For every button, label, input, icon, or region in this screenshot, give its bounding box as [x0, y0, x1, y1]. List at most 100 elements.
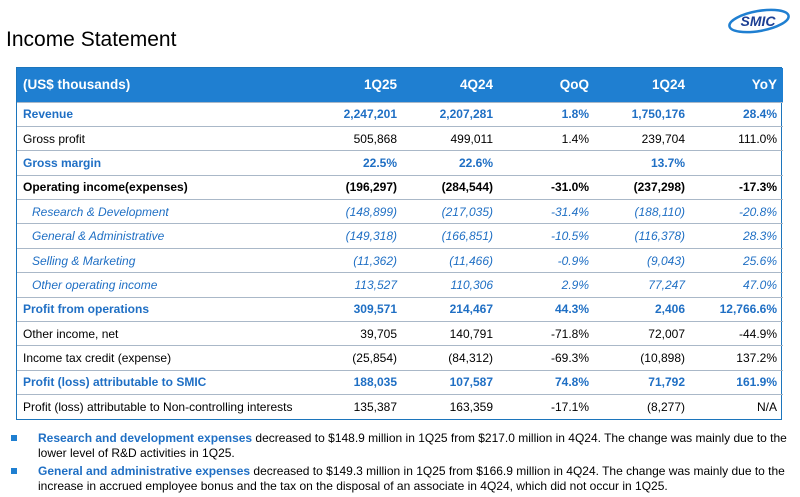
row-value: -20.8% — [691, 199, 783, 224]
page-title: Income Statement — [6, 28, 177, 51]
row-value: -31.0% — [499, 174, 595, 200]
row-label: Revenue — [17, 101, 307, 127]
row-label: Other operating income — [17, 272, 307, 298]
row-value: 111.0% — [691, 125, 783, 151]
row-value — [499, 150, 595, 176]
table-row: Gross margin 22.5% 22.6% 13.7% — [17, 150, 783, 176]
header-yoy: YoY — [691, 68, 783, 102]
row-value: 140,791 — [403, 321, 499, 346]
row-label: General & Administrative — [17, 223, 307, 249]
row-value: (116,378) — [595, 223, 691, 249]
row-value: 135,387 — [307, 394, 403, 420]
table-row: Gross profit 505,868 499,011 1.4% 239,704 111… — [17, 125, 783, 151]
row-value: 77,247 — [595, 272, 691, 298]
row-value: -10.5% — [499, 223, 595, 249]
row-value: (11,466) — [403, 247, 499, 273]
bullet-ga-expenses: General and administrative expenses decr… — [8, 464, 788, 493]
table-row: Research & Development (148,899) (217,035)… — [17, 199, 783, 224]
row-label: Selling & Marketing — [17, 247, 307, 273]
row-value: -69.3% — [499, 345, 595, 371]
row-value: 74.8% — [499, 369, 595, 395]
row-value: -31.4% — [499, 199, 595, 224]
row-value: -17.1% — [499, 394, 595, 420]
row-value: 2,207,281 — [403, 101, 499, 127]
row-value: 239,704 — [595, 125, 691, 151]
row-value: (10,898) — [595, 345, 691, 371]
row-value: 499,011 — [403, 125, 499, 151]
row-value: 1.8% — [499, 101, 595, 127]
row-label: Profit (loss) attributable to SMIC — [17, 369, 307, 395]
row-value: 28.4% — [691, 101, 783, 127]
row-value: 505,868 — [307, 125, 403, 151]
row-value: 39,705 — [307, 321, 403, 346]
row-value: 1,750,176 — [595, 101, 691, 127]
row-label: Gross profit — [17, 125, 307, 151]
table-row: General & Administrative (149,318) (166,85… — [17, 223, 783, 249]
income-statement-table: (US$ thousands) 1Q25 4Q24 QoQ 1Q24 YoY R… — [16, 67, 783, 421]
row-value: N/A — [691, 394, 783, 420]
table-row: Other income, net 39,705 140,791 -71.8% 72,0… — [17, 321, 783, 346]
table-row: Revenue 2,247,201 2,207,281 1.8% 1,750,176 28… — [17, 101, 783, 127]
row-value: -17.3% — [691, 174, 783, 200]
bullet-marker-icon — [11, 435, 17, 441]
row-value: -0.9% — [499, 247, 595, 273]
row-value: 22.6% — [403, 150, 499, 176]
table-row: Profit (loss) attributable to Non-contro… — [17, 394, 783, 420]
row-value: 28.3% — [691, 223, 783, 249]
row-value: -44.9% — [691, 321, 783, 346]
smic-logo: SMIC — [725, 2, 791, 42]
header-qoq: QoQ — [499, 68, 595, 102]
row-label: Other income, net — [17, 321, 307, 346]
logo-text: SMIC — [741, 13, 777, 29]
row-value: 113,527 — [307, 272, 403, 298]
row-value: (148,899) — [307, 199, 403, 224]
row-label: Profit (loss) attributable to Non-contro… — [17, 394, 307, 420]
bullet-rd-expenses: Research and development expenses decrea… — [8, 431, 788, 460]
row-value: 107,587 — [403, 369, 499, 395]
row-value: 188,035 — [307, 369, 403, 395]
table-row: Operating income(expenses) (196,297) (284,… — [17, 174, 783, 200]
row-label: Operating income(expenses) — [17, 174, 307, 200]
row-label: Research & Development — [17, 199, 307, 224]
header-label: (US$ thousands) — [17, 68, 307, 102]
row-value: 71,792 — [595, 369, 691, 395]
bullet-marker-icon — [11, 468, 17, 474]
row-value: 214,467 — [403, 296, 499, 322]
row-value: (284,544) — [403, 174, 499, 200]
row-value — [691, 150, 783, 176]
commentary-bullets: Research and development expenses decrea… — [8, 431, 788, 497]
smic-logo-graphic: SMIC — [728, 8, 790, 34]
row-value: 2.9% — [499, 272, 595, 298]
row-value: 25.6% — [691, 247, 783, 273]
row-value: (84,312) — [403, 345, 499, 371]
row-value: 44.3% — [499, 296, 595, 322]
row-value: 2,247,201 — [307, 101, 403, 127]
row-value: (149,318) — [307, 223, 403, 249]
row-value: (166,851) — [403, 223, 499, 249]
header-4q24: 4Q24 — [403, 68, 499, 102]
table-row: Selling & Marketing (11,362) (11,466) -0.9%… — [17, 247, 783, 273]
row-label: Profit from operations — [17, 296, 307, 322]
header-1q24: 1Q24 — [595, 68, 691, 102]
row-value: 163,359 — [403, 394, 499, 420]
row-value: (196,297) — [307, 174, 403, 200]
bullet-highlight: General and administrative expenses — [38, 464, 251, 478]
header-1q25: 1Q25 — [307, 68, 403, 102]
row-value: (9,043) — [595, 247, 691, 273]
bullet-highlight: Research and development expenses — [38, 431, 253, 445]
row-value: 309,571 — [307, 296, 403, 322]
table-header-row: (US$ thousands) 1Q25 4Q24 QoQ 1Q24 YoY — [17, 68, 783, 102]
row-value: 12,766.6% — [691, 296, 783, 322]
row-value: 137.2% — [691, 345, 783, 371]
row-value: (25,854) — [307, 345, 403, 371]
row-value: (237,298) — [595, 174, 691, 200]
row-value: 161.9% — [691, 369, 783, 395]
row-value: 47.0% — [691, 272, 783, 298]
row-value: (217,035) — [403, 199, 499, 224]
row-value: -71.8% — [499, 321, 595, 346]
row-value: 72,007 — [595, 321, 691, 346]
row-value: 110,306 — [403, 272, 499, 298]
table-row: Profit from operations 309,571 214,467 44.3… — [17, 296, 783, 322]
table-row: Profit (loss) attributable to SMIC 188,03… — [17, 369, 783, 395]
row-label: Gross margin — [17, 150, 307, 176]
